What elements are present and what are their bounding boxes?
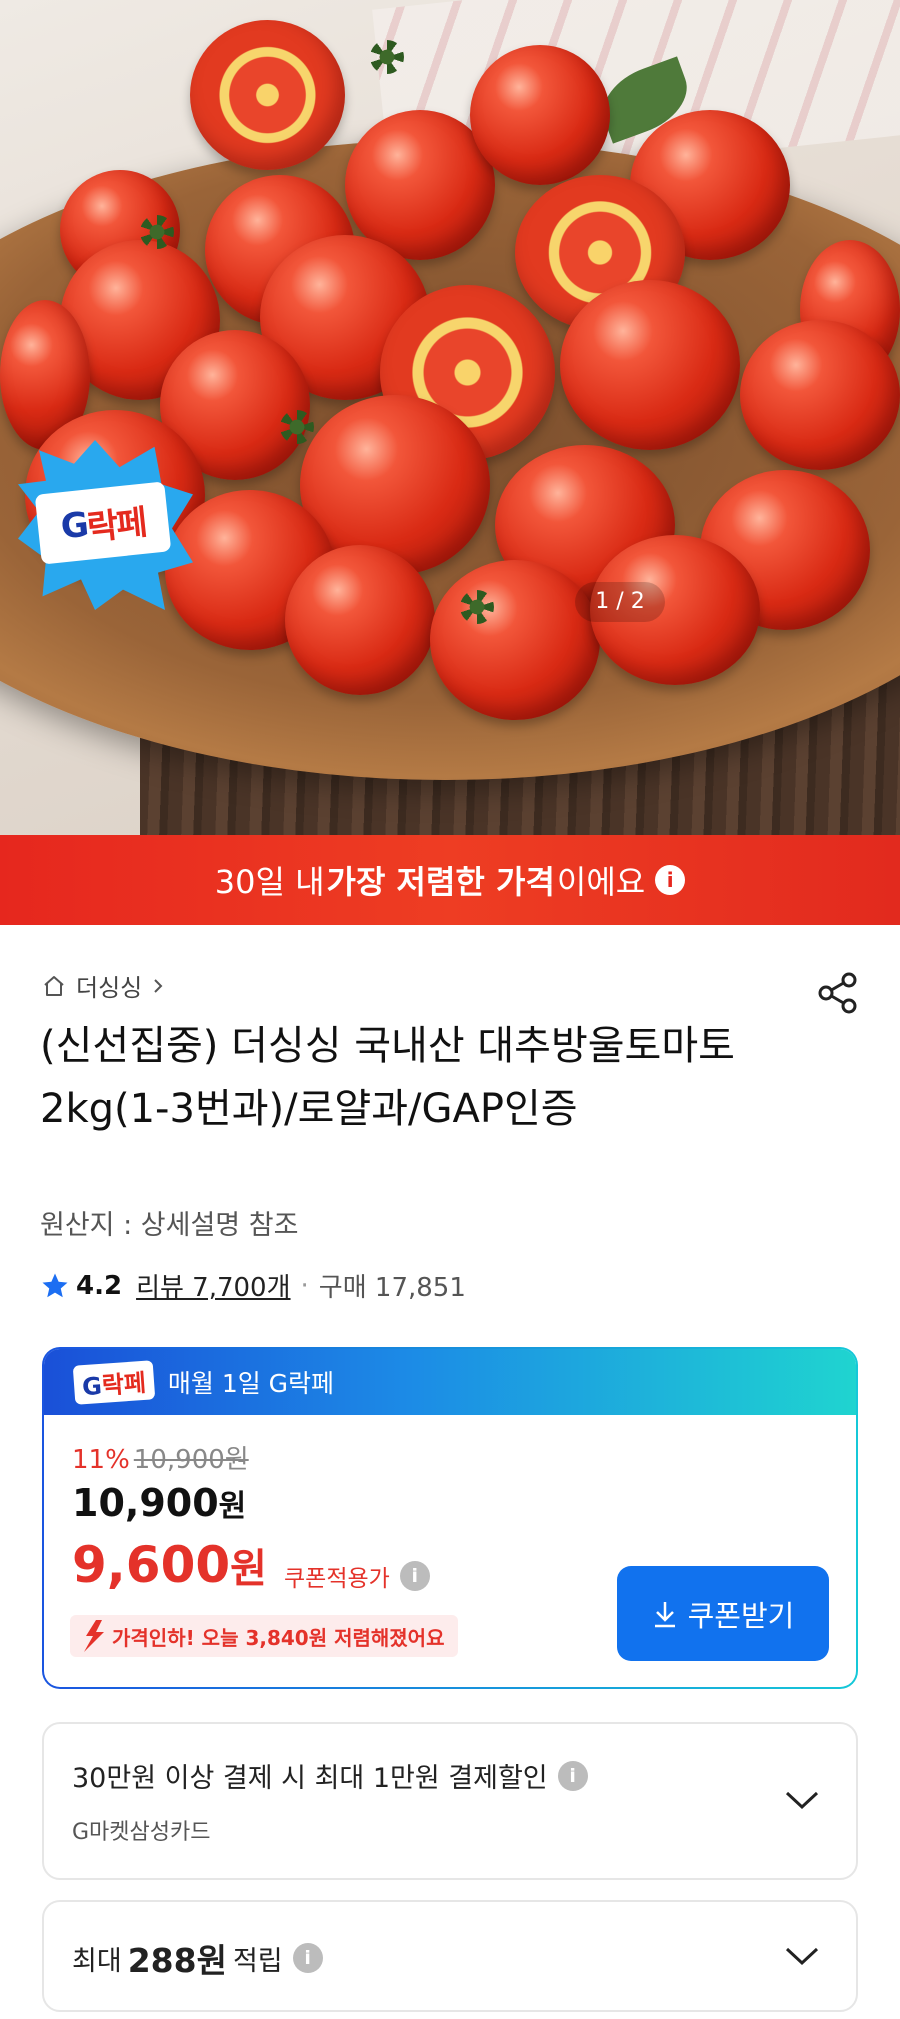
tomato	[740, 320, 900, 470]
info-icon[interactable]: i	[557, 1760, 588, 1791]
payment-discount-title: 30만원 이상 결제 시 최대 1만원 결제할인 i	[72, 1756, 588, 1795]
points-amount: 288원	[127, 1941, 227, 1980]
info-icon[interactable]: i	[655, 865, 686, 895]
banner-text-post: 이에요	[556, 863, 646, 901]
strike-price: 10,900원	[133, 1445, 249, 1475]
product-title: (신선집중) 더싱싱 국내산 대추방울토마토 2kg(1-3번과)/로얄과/GA…	[40, 1023, 735, 1132]
tomato-stem	[460, 590, 494, 624]
home-icon	[44, 975, 64, 996]
g-rockfe-price-box: G락페 매월 1일 G락페 11% 10,900원 10,900원 9,600원 …	[42, 1347, 858, 1689]
g-rockfe-header-text: 매월 1일 G락페	[167, 1369, 335, 1398]
tomato	[285, 545, 435, 695]
get-coupon-button[interactable]: 쿠폰받기	[617, 1566, 829, 1661]
download-icon	[654, 1601, 675, 1627]
banner-text-bold: 가장 저렴한 가격	[326, 863, 555, 901]
discount-percent: 11%	[72, 1445, 130, 1475]
review-link[interactable]: 리뷰 7,700개	[136, 1267, 290, 1304]
chevron-down-icon[interactable]	[784, 1790, 820, 1810]
tomato	[560, 280, 740, 450]
tomato	[470, 45, 610, 185]
info-icon[interactable]: i	[292, 1943, 323, 1973]
tomato-stem	[280, 410, 314, 444]
rating-row: 4.2 리뷰 7,700개 · 구매 17,851	[40, 1267, 466, 1304]
g-rockfe-header: G락페 매월 1일 G락페	[44, 1349, 856, 1415]
purchase-count: 구매 17,851	[318, 1273, 466, 1303]
tomato-stem	[140, 215, 174, 249]
discount-row: 11% 10,900원	[72, 1439, 249, 1476]
image-counter: 1 / 2	[575, 582, 665, 622]
product-image-carousel[interactable]: G 락페 1 / 2	[0, 0, 900, 835]
chevron-right-icon	[154, 978, 163, 993]
points-accordion[interactable]: 최대 288원 적립 i	[42, 1900, 858, 2012]
coupon-price-label: 쿠폰적용가 i	[284, 1559, 430, 1593]
info-icon[interactable]: i	[399, 1561, 430, 1591]
banner-text-pre: 30일 내	[214, 863, 325, 901]
halved-tomato	[190, 20, 345, 170]
store-link[interactable]: 더싱싱	[76, 968, 142, 1003]
card-name: G마켓삼성카드	[72, 1820, 211, 1845]
down-arrow-icon	[84, 1620, 104, 1652]
tomato-stem	[370, 40, 404, 74]
chevron-down-icon[interactable]	[784, 1946, 820, 1966]
tomato	[430, 560, 600, 720]
g-rockfe-mini-logo: G락페	[72, 1359, 156, 1405]
share-icon[interactable]	[815, 970, 861, 1016]
price-drop-note: 가격인하! 오늘 3,840원 저렴해졌어요	[70, 1615, 459, 1657]
breadcrumb[interactable]: 더싱싱	[42, 968, 176, 1003]
product-origin: 원산지 : 상세설명 참조	[40, 1210, 299, 1241]
coupon-price: 9,600원	[72, 1536, 267, 1594]
points-title: 최대 288원 적립 i	[72, 1934, 323, 1982]
star-icon	[42, 1273, 68, 1297]
original-price: 10,900원	[72, 1481, 247, 1525]
g-rockfe-logo: G 락페	[34, 481, 172, 565]
payment-discount-accordion[interactable]: 30만원 이상 결제 시 최대 1만원 결제할인 i G마켓삼성카드	[42, 1722, 858, 1880]
lowest-price-banner[interactable]: 30일 내 가장 저렴한 가격 이에요 i	[0, 835, 900, 925]
separator-dot: ·	[300, 1270, 309, 1301]
rating-score: 4.2	[76, 1270, 123, 1301]
